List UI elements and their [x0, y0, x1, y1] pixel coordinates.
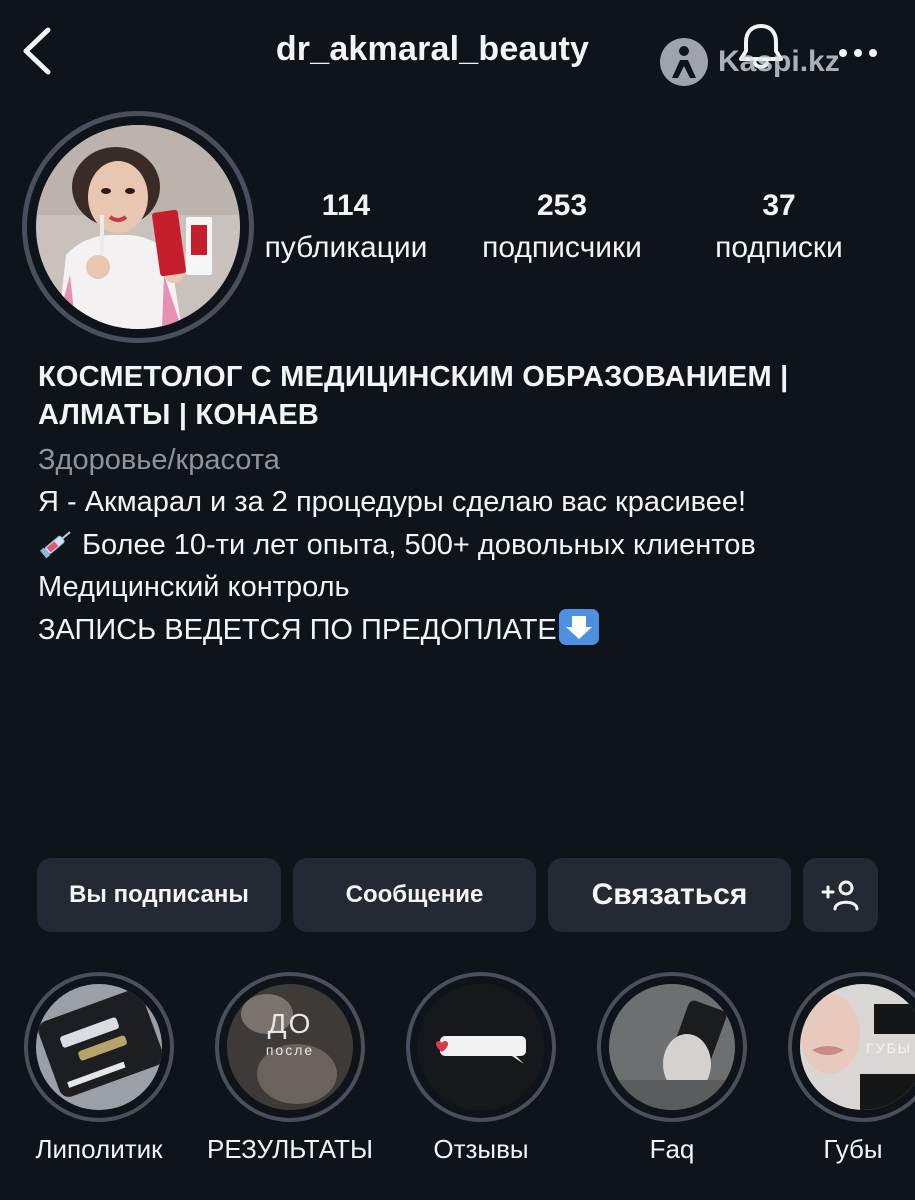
highlight-ring	[406, 972, 556, 1122]
more-options-button[interactable]	[833, 38, 883, 68]
profile-title: КОСМЕТОЛОГ С МЕДИЦИНСКИМ ОБРАЗОВАНИЕМ | …	[38, 361, 789, 431]
highlight-overlay-text: ГУБЫ	[866, 1040, 913, 1056]
highlight-overlay-text: ДО	[267, 1008, 313, 1039]
highlight-lipolitik[interactable]: Липолитик	[24, 972, 174, 1164]
syringe-icon	[39, 531, 71, 559]
stat-label: публикации	[264, 231, 428, 264]
highlight-label: РЕЗУЛЬТАТЫ	[207, 1134, 373, 1164]
highlight-cover	[609, 984, 735, 1110]
message-button[interactable]: Сообщение	[293, 858, 536, 932]
highlight-results[interactable]: ДО после РЕЗУЛЬТАТЫ	[207, 972, 373, 1164]
add-person-icon	[821, 880, 858, 911]
stat-value: 37	[762, 189, 796, 222]
stat-label: подписки	[715, 231, 843, 264]
highlight-cover	[36, 984, 162, 1110]
bio-line-text: Более 10-ти лет опыта, 500+ довольных кл…	[82, 529, 756, 561]
highlight-ring: ГУБЫ	[788, 972, 915, 1122]
highlight-label: Отзывы	[433, 1134, 529, 1164]
highlight-label: Липолитик	[35, 1134, 163, 1164]
stat-followers[interactable]: 253 подписчики	[462, 188, 662, 270]
contact-button[interactable]: Связаться	[548, 858, 791, 932]
highlight-faq[interactable]: Faq	[597, 972, 747, 1164]
avatar[interactable]	[36, 125, 240, 329]
following-button[interactable]: Вы подписаны	[37, 858, 281, 932]
highlight-ring	[24, 972, 174, 1122]
bio-line: ЗАПИСЬ ВЕДЕТСЯ ПО ПРЕДОПЛАТЕ	[38, 609, 599, 650]
bio-line: Более 10-ти лет опыта, 500+ довольных кл…	[38, 525, 756, 565]
notifications-button[interactable]	[735, 18, 787, 74]
bio-line: Медицинский контроль	[38, 571, 350, 603]
highlight-cover	[418, 984, 544, 1110]
stat-value: 114	[321, 189, 371, 222]
add-person-button[interactable]	[803, 858, 878, 932]
highlight-ring: ДО после	[215, 972, 365, 1122]
highlight-lips[interactable]: ГУБЫ Губы	[788, 972, 915, 1164]
stat-posts[interactable]: 114 публикации	[246, 188, 446, 270]
highlight-cover: ДО после	[227, 984, 353, 1110]
highlight-cover: ГУБЫ	[800, 984, 915, 1110]
highlight-ring	[597, 972, 747, 1122]
stat-following[interactable]: 37 подписки	[679, 188, 879, 270]
bio-line: Я - Акмарал и за 2 процедуры сделаю вас …	[38, 486, 747, 518]
down-arrow-icon	[558, 609, 599, 645]
highlight-overlay-text: после	[265, 1042, 315, 1058]
avatar-photo	[36, 125, 240, 329]
stat-value: 253	[536, 189, 588, 222]
highlight-label: Губы	[823, 1134, 883, 1164]
profile-category: Здоровье/красота	[38, 444, 280, 476]
bio-line-text: ЗАПИСЬ ВЕДЕТСЯ ПО ПРЕДОПЛАТЕ	[38, 614, 557, 646]
highlight-label: Faq	[649, 1134, 695, 1164]
more-dots-icon	[839, 49, 877, 57]
highlight-reviews[interactable]: Отзывы	[406, 972, 556, 1164]
stat-label: подписчики	[482, 231, 642, 264]
bell-icon	[739, 24, 783, 69]
